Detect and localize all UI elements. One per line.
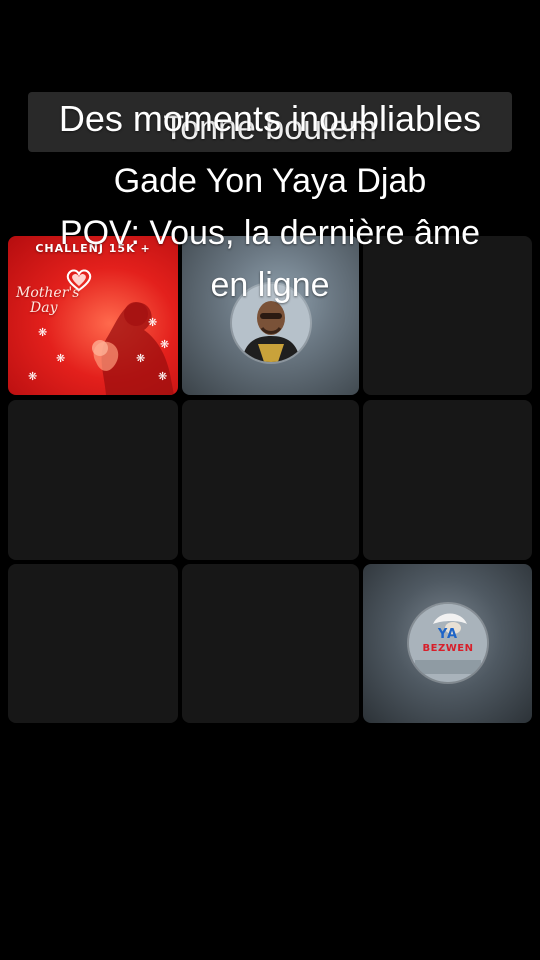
- participant-tile-host[interactable]: [182, 236, 359, 395]
- empty-seat-tile[interactable]: [182, 564, 359, 723]
- logo-line2: BEZWEN: [422, 643, 474, 654]
- sparkle-icon: ❋: [160, 339, 170, 351]
- empty-seat-tile[interactable]: [8, 564, 178, 723]
- participant-tile-yaya-bezwen[interactable]: YA BEZWEN: [363, 564, 532, 723]
- caption-title: Des moments inoubliables: [58, 98, 482, 139]
- participant-tile-mothers-day[interactable]: CHALLENJ 15K + Mother's Day ❋ ❋ ❋ ❋ ❋ ❋ …: [8, 236, 178, 395]
- yaya-bezwen-logo: YA BEZWEN: [409, 628, 487, 656]
- caption-line-3: POV: Vous, la dernière âme: [59, 214, 481, 252]
- empty-seat-tile[interactable]: [363, 236, 532, 395]
- live-grid-screen: CHALLENJ 15K + Mother's Day ❋ ❋ ❋ ❋ ❋ ❋ …: [0, 0, 540, 960]
- sparkle-icon: ❋: [148, 317, 158, 329]
- empty-seat-tile[interactable]: [8, 400, 178, 560]
- participant-avatar: YA BEZWEN: [409, 604, 487, 682]
- sparkle-icon: ❋: [136, 353, 146, 365]
- logo-line1: YA: [437, 627, 459, 642]
- sparkle-icon: ❋: [56, 353, 66, 365]
- empty-seat-tile[interactable]: [363, 400, 532, 560]
- sparkle-icon: ❋: [38, 327, 48, 339]
- caption-line-2: Gade Yon Yaya Djab: [113, 162, 427, 200]
- sparkle-icon: ❋: [158, 371, 168, 383]
- caption-line-4: en ligne: [210, 266, 330, 304]
- empty-seat-tile[interactable]: [182, 400, 359, 560]
- sparkle-icon: ❋: [28, 371, 38, 383]
